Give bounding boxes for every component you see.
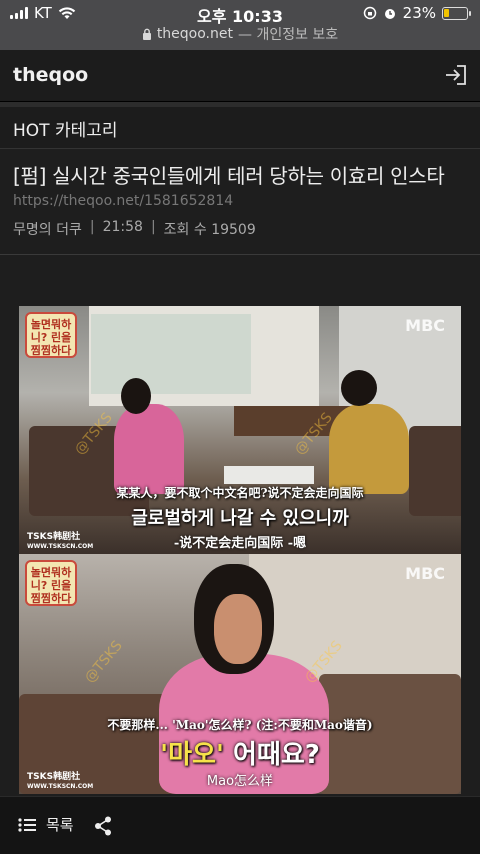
broadcaster-logo: MBC [405,316,445,335]
coffee-table [224,466,314,484]
status-bar: KT 오후 10:33 23% theqoo.net — 개인정보 보호 [0,0,480,50]
show-logo: 놀면뭐하니? 린을 찜찜하다 [25,312,77,358]
watermark: @TSKS [81,637,126,687]
meta-divider: | [89,219,95,235]
alarm-icon [384,9,395,19]
post-image-1[interactable]: 놀면뭐하니? 린을 찜찜하다 MBC @TSKS @TSKS 某某人，要不取个中… [19,306,461,554]
category-label[interactable]: HOT 카테고리 [13,116,118,141]
person-left-head [121,378,151,414]
orientation-lock-icon [363,6,376,20]
person-face [214,594,262,664]
post-author: 무명의 더쿠 [13,222,82,238]
post-title: [펌] 실시간 중국인들에게 테러 당하는 이효리 인스타 [13,164,445,188]
caption-korean-rest: 어때요? [223,740,320,770]
url-domain: theqoo.net [156,26,233,42]
privacy-label: — 개인정보 보호 [238,27,339,43]
source-tag-name: TSKS韩剧社 [27,532,81,542]
site-logo[interactable]: theqoo [13,64,88,86]
caption-chinese-top: 某某人，要不取个中文名吧?说不定会走向国际 [116,486,364,500]
login-icon[interactable] [444,64,468,86]
battery-percent: 23% [402,4,436,22]
show-logo: 놀면뭐하니? 린을 찜찜하다 [25,560,77,606]
person-right [329,404,409,494]
content-divider [0,254,480,255]
post-time: 21:58 [102,219,143,235]
source-tag-url: WWW.TSKSCN.COM [27,543,94,550]
battery-fill [444,8,449,17]
caption-korean: '마오' 어때요? [19,734,461,771]
post-views: 조회 수 19509 [163,222,256,238]
status-right: 23% [363,4,471,22]
address-bar[interactable]: theqoo.net — 개인정보 보호 [0,24,480,44]
category-bar[interactable]: HOT 카테고리 [0,107,480,149]
bottom-toolbar: 목록 [0,796,480,854]
list-icon [18,817,36,832]
share-icon[interactable] [94,816,112,836]
caption-korean: 글로벌하게 나갈 수 있으니까 [131,508,349,529]
meta-divider: | [150,219,156,235]
broadcaster-logo: MBC [405,564,445,583]
sofa [409,426,461,516]
list-button[interactable]: 목록 [18,814,74,835]
post-image-2[interactable]: 놀면뭐하니? 린을 찜찜하다 MBC @TSKS @TSKS 不要那样... '… [19,554,461,794]
battery-icon [442,6,471,20]
source-tag: TSKS韩剧社 WWW.TSKSCN.COM [27,532,93,552]
source-tag-url: WWW.TSKSCN.COM [27,783,94,790]
lock-icon [142,28,151,40]
source-tag-name: TSKS韩剧社 [27,772,81,782]
caption-chinese-top: 不要那样... 'Mao'怎么样? (注:不要和Mao谐音) [107,718,373,732]
caption-korean-highlight: '마오' [160,740,224,770]
post-url[interactable]: https://theqoo.net/1581652814 [13,193,233,209]
post-meta: 무명의 더쿠 | 21:58 | 조회 수 19509 [13,219,256,239]
list-label: 목록 [46,816,74,834]
source-tag: TSKS韩剧社 WWW.TSKSCN.COM [27,772,93,792]
background-window [91,314,251,394]
person-left [114,404,184,494]
site-header: theqoo [0,50,480,102]
person-right-head [341,370,377,406]
